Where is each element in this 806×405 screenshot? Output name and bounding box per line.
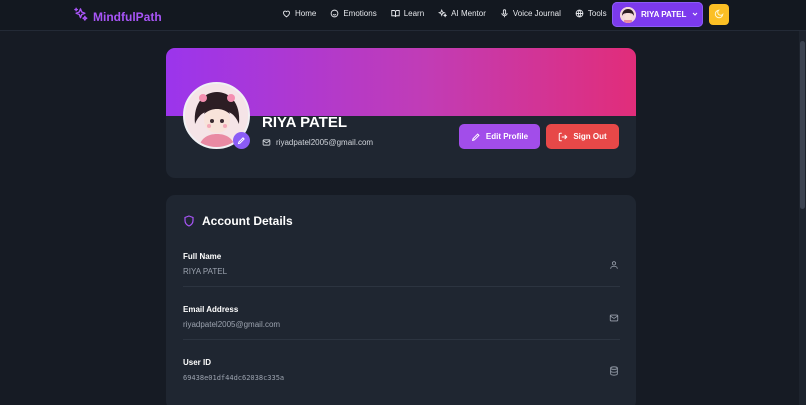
scrollbar-thumb[interactable] <box>800 41 805 209</box>
user-menu-button[interactable]: RIYA PATEL <box>612 2 703 27</box>
full-name-value: RIYA PATEL <box>183 267 228 276</box>
profile-name: RIYA PATEL <box>262 114 348 131</box>
theme-toggle-button[interactable] <box>709 4 729 25</box>
full-name-label: Full Name <box>183 252 222 261</box>
nav-emotions-link[interactable]: Emotions <box>330 9 377 18</box>
pencil-icon <box>471 132 480 141</box>
sparkles-logo-icon <box>73 7 88 27</box>
brand-name: MindfulPath <box>93 10 162 24</box>
account-details-card: Account Details Full Name RIYA PATEL Ema… <box>166 195 636 405</box>
avatar-edit-button[interactable] <box>233 132 250 149</box>
user-menu-name: RIYA PATEL <box>641 10 687 19</box>
account-details-header: Account Details <box>183 214 293 228</box>
mail-icon <box>609 314 619 322</box>
full-name-row: Full Name RIYA PATEL <box>183 252 620 304</box>
profile-email: riyadpatel2005@gmail.com <box>262 138 373 147</box>
moon-icon <box>714 6 724 24</box>
top-navbar: MindfulPath Home Emotions Learn AI Mento… <box>0 0 806 31</box>
mail-icon <box>262 139 271 146</box>
row-divider <box>183 286 620 287</box>
logout-icon <box>559 132 568 141</box>
database-icon <box>610 366 618 376</box>
user-id-value: 69438e01df44dc62038c335a <box>183 374 285 382</box>
chevron-down-icon <box>691 10 699 20</box>
row-divider <box>183 339 620 340</box>
microphone-icon <box>501 9 508 18</box>
user-id-label: User ID <box>183 358 212 367</box>
account-details-title: Account Details <box>202 214 293 228</box>
book-icon <box>391 10 400 17</box>
shield-icon <box>184 215 194 227</box>
pencil-icon <box>237 137 245 145</box>
nav-home-link[interactable]: Home <box>282 9 316 18</box>
nav-ai-mentor-link[interactable]: AI Mentor <box>438 9 486 18</box>
smile-icon <box>331 9 339 18</box>
sign-out-button[interactable]: Sign Out <box>546 124 619 149</box>
edit-profile-button[interactable]: Edit Profile <box>459 124 540 149</box>
email-address-row: Email Address riyadpatel2005@gmail.com <box>183 305 620 357</box>
user-id-row: User ID 69438e01df44dc62038c335a <box>183 358 620 405</box>
email-address-value: riyadpatel2005@gmail.com <box>183 320 281 329</box>
nav-voice-journal-link[interactable]: Voice Journal <box>500 9 561 18</box>
sparkles-icon <box>438 9 448 18</box>
brand-logo[interactable]: MindfulPath <box>73 7 162 27</box>
globe-icon <box>575 9 584 18</box>
nav-learn-link[interactable]: Learn <box>391 9 424 18</box>
email-address-label: Email Address <box>183 305 239 314</box>
heart-icon <box>283 10 290 18</box>
user-icon <box>610 261 618 269</box>
profile-card: RIYA PATEL riyadpatel2005@gmail.com Edit… <box>166 48 636 178</box>
user-avatar <box>620 6 636 23</box>
nav-links: Home Emotions Learn AI Mentor Voice Jour… <box>282 9 635 18</box>
page-scrollbar[interactable] <box>799 31 806 405</box>
